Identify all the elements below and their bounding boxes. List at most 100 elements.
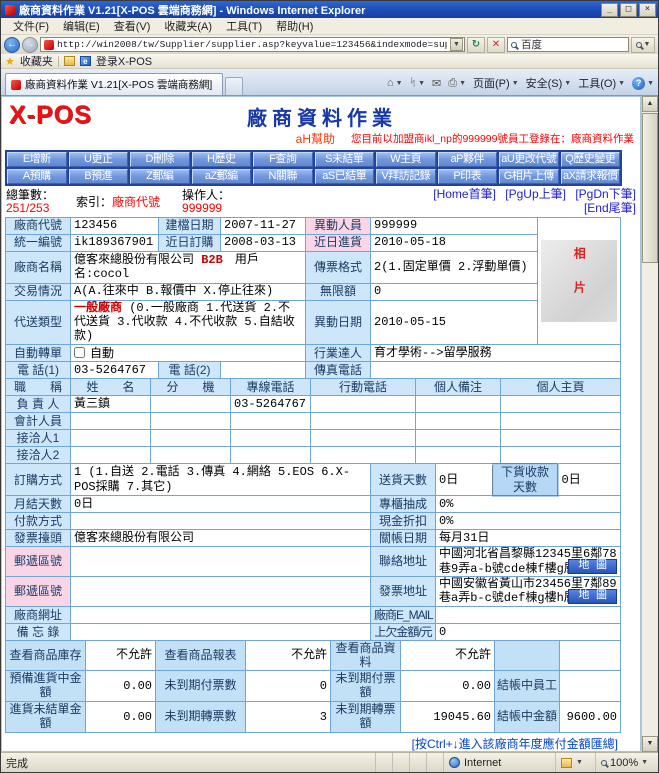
delivery-days-field[interactable]: 0日 (436, 464, 493, 496)
map-button[interactable]: 地 圖 (568, 589, 617, 604)
home-button[interactable]: ⌂▼ (387, 77, 403, 89)
uniform-no-field[interactable]: ik189367901 (71, 234, 159, 251)
scroll-up-icon[interactable]: ▲ (642, 96, 658, 112)
new-tab-button[interactable] (225, 77, 243, 95)
monthly-days-field[interactable]: 0日 (71, 496, 371, 513)
contact-mobile-field[interactable] (311, 446, 416, 463)
button-add[interactable]: E增新 (7, 152, 67, 167)
contact-name-field[interactable]: 黃三鎮 (71, 395, 151, 412)
link-home-first[interactable]: [Home首筆] (433, 187, 496, 201)
button-query[interactable]: F查詢 (253, 152, 313, 167)
maximize-button[interactable]: □ (620, 3, 637, 17)
favorites-star-icon[interactable]: ★ (5, 55, 15, 68)
menu-edit[interactable]: 编辑(E) (57, 17, 106, 35)
stop-icon[interactable]: ✕ (487, 37, 505, 53)
contact-ext-field[interactable] (151, 412, 231, 429)
contact-homepage-field[interactable] (501, 395, 621, 412)
contact-name-field[interactable] (71, 446, 151, 463)
address-input[interactable]: http://win2008/tw/Supplier/supplier.asp?… (40, 37, 465, 52)
contact-name-field[interactable] (71, 429, 151, 446)
contact-ext-field[interactable] (151, 446, 231, 463)
menu-help[interactable]: 帮助(H) (270, 17, 319, 35)
contact-homepage-field[interactable] (501, 412, 621, 429)
button-closed-orders[interactable]: aS已結單 (315, 169, 375, 184)
memo-field[interactable] (71, 623, 371, 640)
page-menu-button[interactable]: 页面(P)▼ (473, 75, 519, 91)
zip2-field[interactable] (71, 577, 371, 607)
button-history-change[interactable]: Q歷史變更 (561, 152, 621, 167)
vertical-scrollbar[interactable]: ▲ ▼ (641, 96, 658, 752)
back-icon[interactable]: ← (4, 37, 20, 53)
unload-pay-days-field[interactable]: 0日 (558, 464, 621, 496)
search-dropdown-icon[interactable]: ▼ (644, 41, 651, 48)
link-pgup-prev[interactable]: [PgUp上筆] (505, 187, 566, 201)
button-visit-record[interactable]: V拜訪記錄 (376, 169, 436, 184)
contact-phone-field[interactable]: 03-5264767 (231, 395, 311, 412)
contact-mobile-field[interactable] (311, 429, 416, 446)
voucher-format-field[interactable]: 2(1.固定單價 2.浮動單價) (371, 251, 538, 283)
minimize-button[interactable]: _ (601, 3, 618, 17)
read-mail-icon[interactable]: ✉ (432, 77, 441, 90)
industry-expert-field[interactable]: 育才學術-->留學服務 (371, 344, 621, 361)
invoice-title-field[interactable]: 億客來總股份有限公司 (71, 530, 371, 547)
no-limit-field[interactable]: 0 (371, 283, 538, 300)
supplier-name-field[interactable]: 億客來總股份有限公司 B2B 用戶名:cocol (71, 251, 306, 283)
safety-menu-button[interactable]: 安全(S)▼ (526, 75, 572, 91)
menu-file[interactable]: 文件(F) (7, 17, 55, 35)
button-open-orders[interactable]: S未結單 (315, 152, 375, 167)
menu-tools[interactable]: 工具(T) (220, 17, 268, 35)
contact-name-field[interactable] (71, 412, 151, 429)
supplier-code-field[interactable]: 123456 (71, 217, 159, 234)
contact-homepage-field[interactable] (501, 429, 621, 446)
fax-field[interactable] (371, 361, 621, 378)
unload-pay-days-button[interactable]: 下貨收款天數 (493, 464, 558, 496)
menu-view[interactable]: 查看(V) (108, 17, 157, 35)
zoom-control[interactable]: 100% ▼ (596, 753, 658, 772)
button-delete[interactable]: D刪除 (130, 152, 190, 167)
protected-mode-pane[interactable]: ▼ (556, 753, 596, 772)
auto-transfer-checkbox[interactable] (74, 347, 85, 358)
create-date-field[interactable]: 2007-11-27 (221, 217, 306, 234)
feed-button[interactable]: ᛋ▼ (410, 77, 426, 89)
menu-favorites[interactable]: 收藏夹(A) (158, 17, 218, 35)
button-zip[interactable]: Z郵編 (130, 169, 190, 184)
cash-discount-field[interactable]: 0% (436, 513, 621, 530)
phone1-field[interactable]: 03-5264767 (71, 361, 159, 378)
close-button[interactable]: × (639, 3, 656, 17)
button-partner[interactable]: aP夥伴 (438, 152, 498, 167)
invoice-address-field[interactable]: 中國安徽省黃山市23456里7鄰89巷a弄b-c號def棟g樓h層i室j 地 圖 (436, 577, 621, 607)
email-field[interactable] (436, 606, 621, 623)
phone2-field[interactable] (221, 361, 306, 378)
button-photo-upload[interactable]: G相片上傳 (499, 169, 559, 184)
tab-supplier-page[interactable]: 廠商資料作業 V1.21[X-POS 雲端商務網] (5, 73, 223, 95)
button-homepage[interactable]: W主頁 (376, 152, 436, 167)
link-pgdn-next[interactable]: [PgDn下筆] (575, 187, 636, 201)
payment-method-field[interactable] (71, 513, 371, 530)
website-field[interactable] (71, 606, 371, 623)
button-pre-purchase[interactable]: B預進 (69, 169, 129, 184)
address-dropdown-icon[interactable]: ▼ (450, 38, 463, 51)
link-end-last[interactable]: [End尾筆] (584, 201, 636, 215)
favorites-link-xpos[interactable]: 登录X-POS (96, 53, 152, 69)
forward-icon[interactable]: → (22, 37, 38, 53)
add-favorite-icon[interactable] (64, 56, 75, 66)
favorites-button[interactable]: 收藏夹 (20, 53, 53, 69)
button-print[interactable]: P印表 (438, 169, 498, 184)
zip1-field[interactable] (71, 547, 371, 577)
button-pre-order[interactable]: A預購 (7, 169, 67, 184)
counter-commission-field[interactable]: 0% (436, 496, 621, 513)
trade-status-field[interactable]: A(A.往來中 B.報價中 X.停止往來) (71, 283, 306, 300)
contact-mobile-field[interactable] (311, 395, 416, 412)
refresh-icon[interactable]: ↻ (467, 37, 485, 53)
contact-ext-field[interactable] (151, 395, 231, 412)
delivery-type-field[interactable]: 一般廠商 (0.一般廠商 1.代送貨 2.不代送貨 3.代收款 4.不代收款 5… (71, 300, 306, 344)
scrollbar-thumb[interactable] (642, 113, 658, 263)
closing-date-field[interactable]: 每月31日 (436, 530, 621, 547)
supplier-photo-placeholder[interactable]: 相片 (541, 240, 617, 322)
contact-note-field[interactable] (416, 412, 501, 429)
button-history[interactable]: H歷史 (192, 152, 252, 167)
contact-ext-field[interactable] (151, 429, 231, 446)
contact-address-field[interactable]: 中國河北省昌黎縣12345里6鄰78巷9弄a-b號cde棟f樓g層h室i 地 圖 (436, 547, 621, 577)
contact-phone-field[interactable] (231, 429, 311, 446)
scroll-down-icon[interactable]: ▼ (642, 736, 658, 752)
